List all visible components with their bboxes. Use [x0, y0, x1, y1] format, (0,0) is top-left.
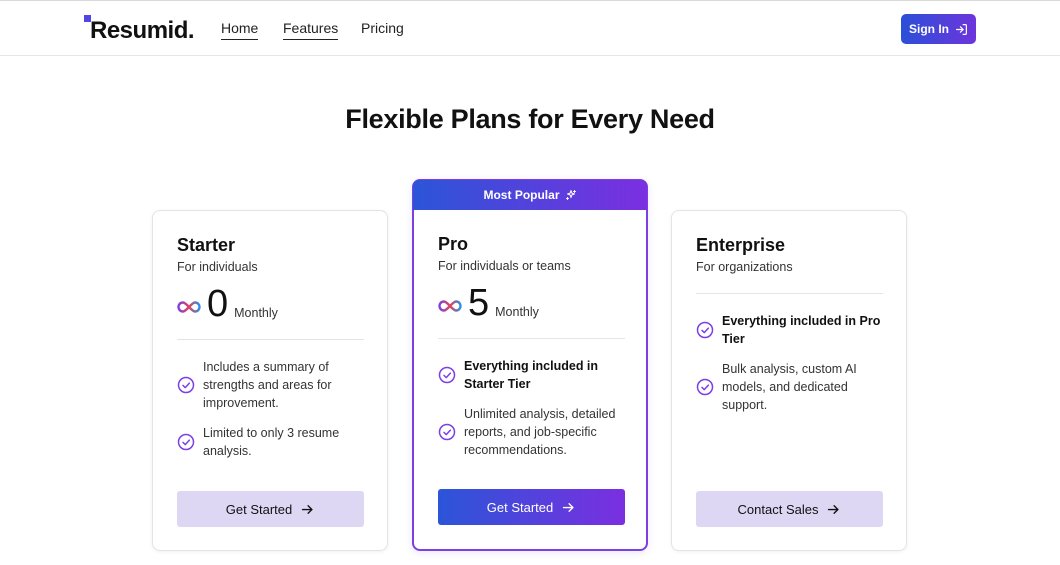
feature-text: Everything included in Pro Tier: [722, 314, 881, 346]
price-amount: 5: [468, 282, 490, 324]
arrow-right-icon: [828, 504, 840, 514]
check-circle-icon: [438, 366, 456, 384]
nav-link-pricing[interactable]: Pricing: [361, 20, 404, 39]
plan-subtitle: For individuals: [177, 260, 258, 274]
plan-card-pro: Most Popular Pro For individuals or team…: [412, 179, 648, 551]
arrow-right-icon: [563, 502, 574, 512]
check-circle-icon: [696, 378, 714, 396]
plan-subtitle: For individuals or teams: [438, 259, 571, 273]
feature-item: Everything included in Pro Tier: [696, 312, 886, 348]
button-label: Contact Sales: [737, 501, 819, 517]
plan-card-starter: Starter For individuals 0 Monthly Includ…: [152, 210, 388, 551]
feature-item: Includes a summary of strengths and area…: [177, 358, 367, 412]
check-circle-icon: [177, 433, 195, 451]
feature-text: Everything included in Starter Tier: [464, 359, 599, 391]
badge-label: Most Popular: [483, 188, 560, 202]
plan-subtitle: For organizations: [696, 260, 793, 274]
nav-link-features[interactable]: Features: [283, 20, 339, 40]
sign-in-label: Sign In: [909, 22, 949, 36]
infinity-icon: [438, 300, 462, 312]
button-label: Get Started: [486, 499, 554, 515]
price-period: Monthly: [234, 306, 278, 320]
plan-name: Pro: [438, 234, 469, 254]
plan-name: Starter: [177, 235, 236, 255]
plan-price: 0 Monthly: [177, 283, 278, 325]
feature-item: Limited to only 3 resume analysis.: [177, 424, 367, 460]
sign-in-icon: [956, 23, 967, 35]
feature-text: Includes a summary of strengths and area…: [203, 360, 332, 410]
arrow-right-icon: [302, 504, 313, 514]
get-started-button[interactable]: Get Started: [177, 491, 364, 527]
check-circle-icon: [696, 321, 714, 339]
infinity-icon: [177, 301, 201, 313]
get-started-button[interactable]: Get Started: [438, 489, 625, 525]
plan-name: Enterprise: [696, 235, 786, 255]
price-period: Monthly: [495, 305, 539, 319]
feature-item: Unlimited analysis, detailed reports, an…: [438, 405, 628, 459]
top-navbar: Resumid. Home Features Pricing Sign In: [0, 0, 1060, 56]
feature-item: Everything included in Starter Tier: [438, 357, 628, 393]
divider: [177, 339, 364, 340]
price-amount: 0: [207, 283, 229, 325]
divider: [438, 338, 625, 339]
contact-sales-button[interactable]: Contact Sales: [696, 491, 883, 527]
divider: [696, 293, 883, 294]
nav-link-home[interactable]: Home: [221, 20, 259, 40]
feature-text: Bulk analysis, custom AI models, and ded…: [722, 362, 857, 412]
feature-item: Bulk analysis, custom AI models, and ded…: [696, 360, 886, 414]
button-label: Get Started: [225, 501, 293, 517]
brand-name: Resumid.: [90, 17, 195, 44]
feature-text: Limited to only 3 resume analysis.: [203, 426, 340, 458]
feature-text: Unlimited analysis, detailed reports, an…: [464, 407, 616, 457]
plan-card-enterprise: Enterprise For organizations Everything …: [671, 210, 907, 551]
plan-price: 5 Monthly: [438, 282, 539, 324]
most-popular-badge: Most Popular: [413, 180, 647, 210]
sparkle-icon: [565, 190, 576, 200]
check-circle-icon: [438, 423, 456, 441]
sign-in-button[interactable]: Sign In: [901, 14, 976, 44]
check-circle-icon: [177, 376, 195, 394]
page-title: Flexible Plans for Every Need: [345, 104, 715, 134]
